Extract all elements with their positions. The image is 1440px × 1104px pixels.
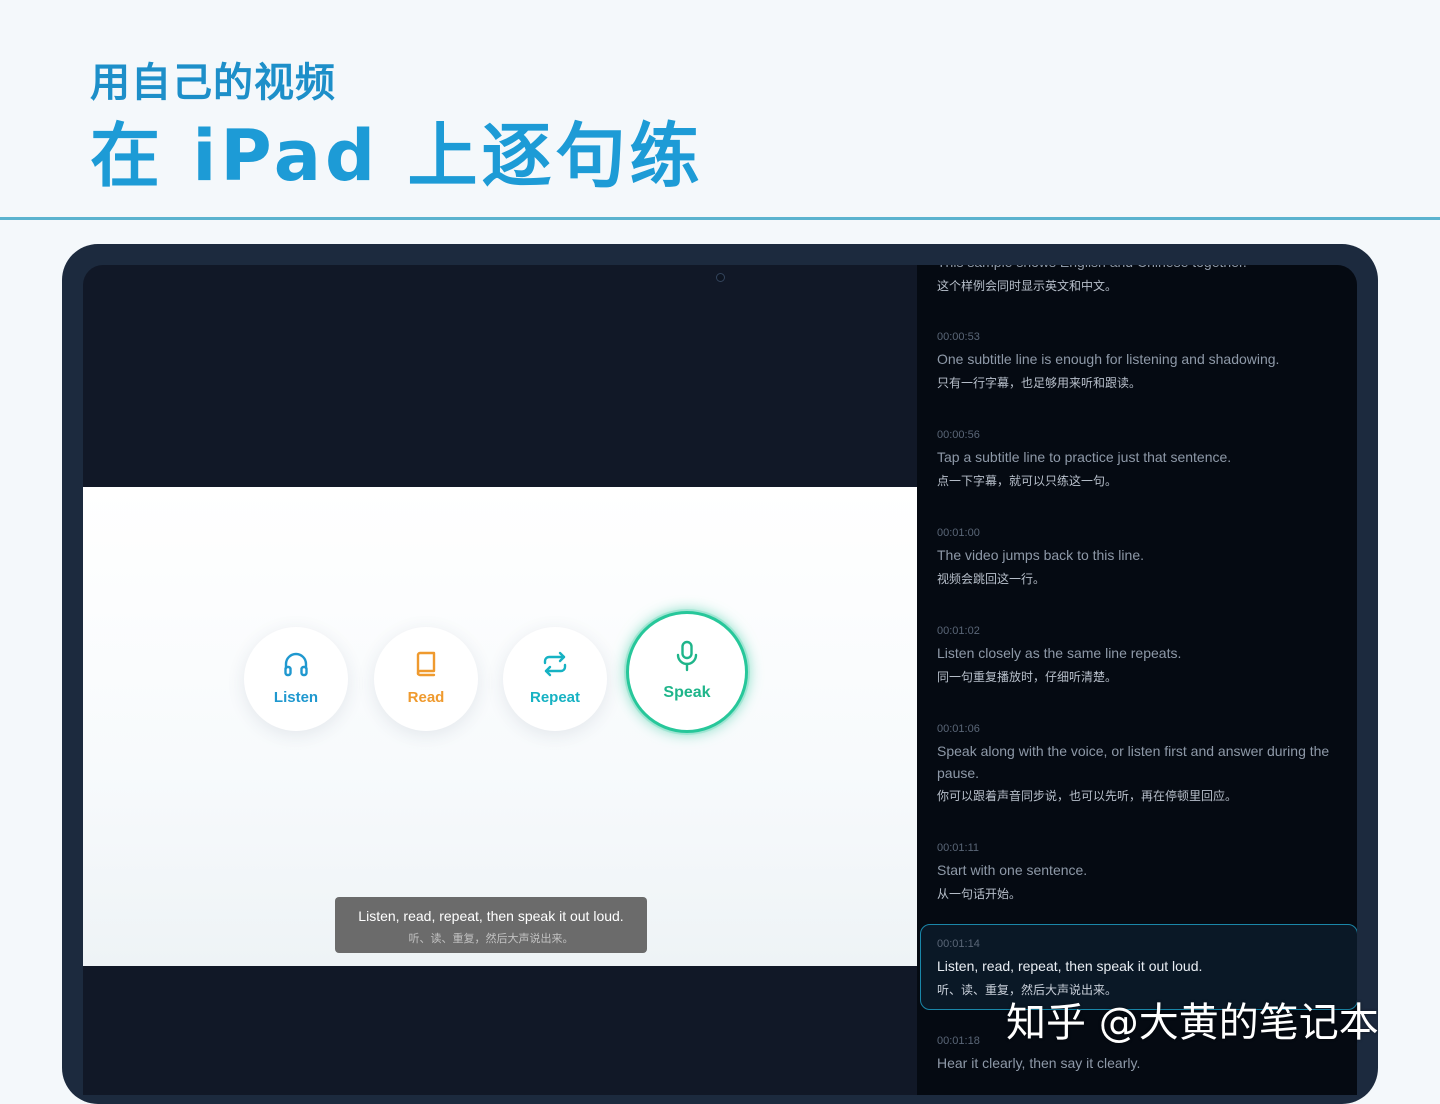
listen-label: Listen (273, 689, 319, 706)
subtitle-time: 00:01:14 (937, 938, 980, 950)
subtitle-chinese: 点一下字幕，就可以只练这一句。 (937, 474, 1118, 488)
caption-english: Listen, read, repeat, then speak it out … (358, 908, 624, 924)
speak-button[interactable]: Speak (626, 611, 748, 733)
subtitle-english: One subtitle line is enough for listenin… (937, 351, 1280, 367)
front-camera (716, 273, 725, 282)
book-icon (416, 651, 436, 677)
subtitle-english: Listen closely as the same line repeats. (937, 645, 1182, 661)
subtitle-item[interactable]: 00:01:02 Listen closely as the same line… (917, 623, 1357, 693)
subtitle-chinese: 从一句话开始。 (937, 887, 1022, 901)
subtitle-item[interactable]: 00:01:11 Start with one sentence. 从一句话开始… (917, 840, 1357, 910)
subtitle-chinese: 这个样例会同时显示英文和中文。 (937, 279, 1118, 293)
subtitle-english: Listen, read, repeat, then speak it out … (937, 958, 1203, 974)
subtitle-chinese: 只有一行字幕，也足够用来听和跟读。 (937, 376, 1142, 390)
subtitle-chinese: 同一句重复播放时，仔细听清楚。 (937, 670, 1118, 684)
video-player[interactable]: Listen Read Repeat Speak Listen, read, r… (83, 487, 917, 966)
subtitle-item[interactable]: 00:00:53 One subtitle line is enough for… (917, 329, 1357, 399)
subtitle-chinese: 你可以跟着声音同步说，也可以先听，再在停顿里回应。 (937, 789, 1238, 803)
listen-button[interactable]: Listen (244, 627, 348, 731)
subtitle-time: 00:01:00 (937, 527, 980, 539)
header-divider (0, 217, 1440, 220)
microphone-icon (676, 640, 698, 672)
subtitle-english: Hear it clearly, then say it clearly. (937, 1055, 1141, 1071)
subtitle-time: 00:00:56 (937, 429, 980, 441)
watermark: 知乎 @大黄的笔记本 (1006, 1000, 1379, 1046)
speak-label: Speak (663, 684, 711, 701)
repeat-label: Repeat (529, 689, 581, 706)
video-caption: Listen, read, repeat, then speak it out … (335, 897, 647, 953)
subtitle-time: 00:01:18 (937, 1035, 980, 1047)
subtitle-item[interactable]: 00:01:06 Speak along with the voice, or … (917, 721, 1357, 811)
caption-chinese: 听、读、重复，然后大声说出来。 (408, 932, 574, 945)
subtitle-item[interactable]: This sample shows English and Chinese to… (917, 265, 1357, 301)
subtitle-english: The video jumps back to this line. (937, 547, 1144, 563)
subtitle-english: Start with one sentence. (937, 862, 1088, 878)
subtitle-time: 00:00:53 (937, 331, 980, 343)
read-label: Read (407, 689, 445, 706)
subtitle-time: 00:01:02 (937, 625, 980, 637)
page-title: 在 iPad 上逐句练 (90, 115, 704, 197)
read-button[interactable]: Read (374, 627, 478, 731)
subtitle-item[interactable]: 00:01:00 The video jumps back to this li… (917, 525, 1357, 595)
subtitle-time: 00:01:06 (937, 723, 980, 735)
ipad-screen: Listen Read Repeat Speak Listen, read, r… (83, 265, 1357, 1095)
repeat-button[interactable]: Repeat (503, 627, 607, 731)
headphones-icon (284, 652, 308, 677)
subtitle-list[interactable]: This sample shows English and Chinese to… (917, 265, 1357, 1095)
repeat-icon (543, 651, 567, 677)
subtitle-time: 00:01:11 (937, 842, 980, 854)
subtitle-english: Tap a subtitle line to practice just tha… (937, 449, 1232, 465)
page-header: 用自己的视频 在 iPad 上逐句练 (0, 0, 1440, 218)
subtitle-item[interactable]: 00:00:56 Tap a subtitle line to practice… (917, 427, 1357, 497)
subtitle-english: This sample shows English and Chinese to… (937, 265, 1355, 273)
subtitle-chinese: 视频会跳回这一行。 (937, 572, 1046, 586)
subtitle-english: Speak along with the voice, or listen fi… (937, 743, 1330, 781)
